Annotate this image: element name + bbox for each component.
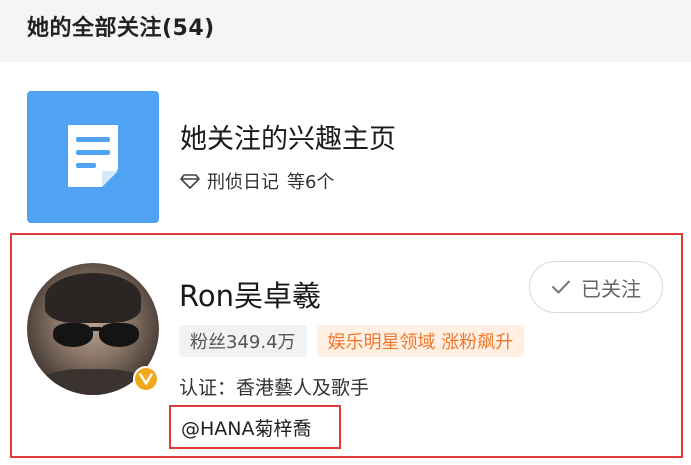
diamond-icon	[180, 171, 200, 191]
fans-count-tag: 粉丝349.4万	[179, 325, 307, 357]
followed-button[interactable]: 已关注	[529, 261, 663, 313]
followed-user-card[interactable]: Ron吴卓羲 已关注 粉丝349.4万 娱乐明星领域 涨粉飙升 认证：香港藝人及…	[10, 233, 683, 458]
followed-button-label: 已关注	[581, 276, 641, 301]
avatar-glasses-left	[53, 323, 93, 347]
section-header: 她的全部关注(54)	[0, 0, 691, 62]
user-name[interactable]: Ron吴卓羲	[179, 273, 321, 315]
interest-pages-subtitle: 刑侦日记 等6个	[180, 168, 334, 194]
section-title: 她的全部关注(54)	[27, 16, 215, 41]
avatar-shirt	[37, 369, 149, 395]
trending-tag[interactable]: 娱乐明星领域 涨粉飙升	[316, 325, 525, 357]
interest-more-count: 等6个	[287, 172, 335, 193]
user-tags: 粉丝349.4万 娱乐明星领域 涨粉飙升	[179, 325, 525, 357]
following-list-page: 她的全部关注(54) 她关注的兴趣主页 刑侦日记 等6个 Ron吴卓羲 已关注 …	[0, 0, 691, 465]
document-icon	[68, 125, 118, 187]
interest-pages-row[interactable]: 她关注的兴趣主页 刑侦日记 等6个	[0, 62, 691, 228]
avatar-hair	[45, 273, 141, 323]
interest-page-thumbnail	[27, 91, 159, 223]
checkmark-icon	[552, 280, 570, 294]
verified-badge-icon	[133, 366, 159, 392]
interest-topic-name: 刑侦日记	[207, 172, 279, 193]
interest-pages-title: 她关注的兴趣主页	[180, 124, 396, 155]
avatar-glasses-right	[99, 323, 139, 347]
mention-link[interactable]: @HANA菊梓喬	[169, 405, 341, 449]
verification-text: 认证：香港藝人及歌手	[179, 377, 370, 399]
